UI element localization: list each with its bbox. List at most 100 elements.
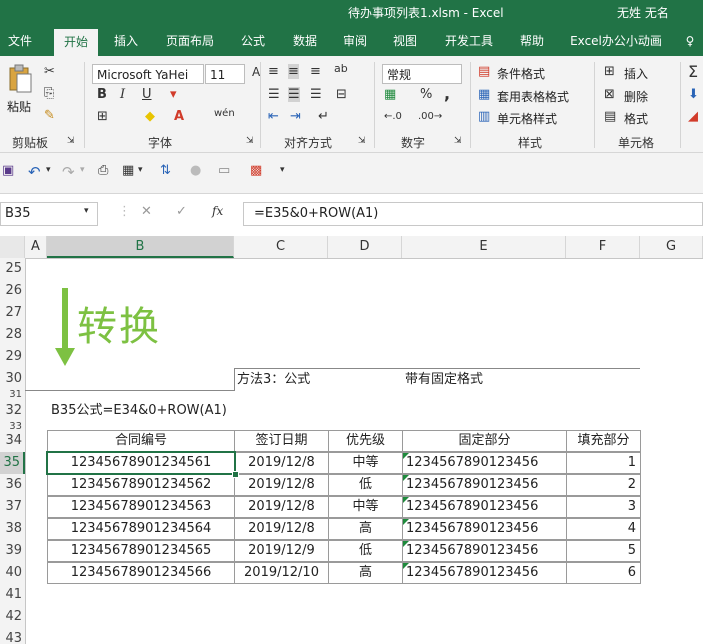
table-cell-date[interactable]: 2019/12/9 [234, 540, 329, 562]
table-cell-fill[interactable]: 4 [566, 518, 641, 540]
select-all-corner[interactable] [0, 236, 25, 258]
decrease-indent-icon[interactable]: ⇤ [268, 109, 279, 124]
chevron-down-icon[interactable]: ▾ [84, 206, 89, 216]
italic-button[interactable]: I [120, 87, 125, 102]
font-size-select[interactable]: 11 [205, 64, 245, 84]
table-cell-fixed[interactable]: 1234567890123456 [402, 562, 567, 584]
underline-button[interactable]: U [142, 87, 152, 102]
fill-handle[interactable] [232, 471, 239, 478]
table-cell-date[interactable]: 2019/12/8 [234, 474, 329, 496]
align-right-icon[interactable]: ☰ [310, 87, 322, 102]
camera-icon[interactable]: ▭ [218, 163, 230, 178]
row-header-30[interactable]: 30 [0, 368, 25, 390]
insert-function-button[interactable]: fx [212, 204, 223, 218]
row-header-25[interactable]: 25 [0, 258, 25, 280]
customize-qat-icon[interactable]: ▾ [280, 165, 285, 175]
table-cell-date[interactable]: 2019/12/8 [234, 496, 329, 518]
align-middle-icon[interactable]: ≡ [288, 64, 299, 79]
table-cell-fill[interactable]: 6 [566, 562, 641, 584]
tab-excel-animation[interactable]: Excel办公小动画 [566, 26, 666, 56]
align-left-icon[interactable]: ☰ [268, 87, 280, 102]
row-header-29[interactable]: 29 [0, 346, 25, 368]
fill-color-icon[interactable]: ◆ [145, 109, 155, 124]
tab-page-layout[interactable]: 页面布局 [158, 26, 222, 56]
row-header-42[interactable]: 42 [0, 606, 25, 628]
table-cell-contract-no[interactable]: 12345678901234562 [47, 474, 235, 496]
row-header-41[interactable]: 41 [0, 584, 25, 606]
autosum-icon[interactable]: Σ [688, 62, 698, 81]
error-indicator-icon[interactable] [403, 519, 409, 525]
row-header-26[interactable]: 26 [0, 280, 25, 302]
table-cell-date[interactable]: 2019/12/10 [234, 562, 329, 584]
row-header-31[interactable]: 31 [0, 390, 25, 400]
tab-formulas[interactable]: 公式 [233, 26, 273, 56]
format-as-table-icon[interactable]: ▦ [478, 87, 490, 102]
cell-styles-icon[interactable]: ▥ [478, 109, 490, 124]
alignment-launcher-icon[interactable]: ⇲ [358, 136, 366, 146]
row-header-28[interactable]: 28 [0, 324, 25, 346]
align-top-icon[interactable]: ≡ [268, 64, 279, 79]
table-header[interactable]: 填充部分 [566, 430, 641, 452]
tab-view[interactable]: 视图 [385, 26, 425, 56]
chevron-down-icon[interactable]: ▾ [138, 165, 143, 175]
number-launcher-icon[interactable]: ⇲ [454, 136, 462, 146]
error-indicator-icon[interactable] [403, 563, 409, 569]
tab-developer[interactable]: 开发工具 [437, 26, 501, 56]
table-cell-fixed[interactable]: 1234567890123456 [402, 452, 567, 474]
format-as-table-button[interactable]: 套用表格格式 [497, 88, 569, 105]
save-icon[interactable]: ▣ [2, 163, 14, 178]
row-header-36[interactable]: 36 [0, 474, 25, 496]
grow-font-icon[interactable]: A [252, 65, 260, 79]
formula-input[interactable]: =E35&0+ROW(A1) [243, 202, 703, 226]
special-paste-icon[interactable]: ▩ [250, 163, 262, 178]
chevron-down-icon[interactable]: ▾ [170, 87, 177, 102]
table-header[interactable]: 固定部分 [402, 430, 567, 452]
font-family-select[interactable]: Microsoft YaHei [92, 64, 204, 84]
paste-button[interactable]: 粘贴 [7, 98, 31, 115]
format-cells-icon[interactable]: ▤ [604, 109, 616, 124]
table-cell-priority[interactable]: 低 [328, 540, 403, 562]
sheet-area[interactable]: 转换 方法3：公式 带有固定格式 B35公式=E34&0+ROW(A1) 合同编… [25, 258, 703, 644]
border-icon[interactable]: ⊞ [97, 109, 108, 124]
number-format-select[interactable]: 常规 [382, 64, 462, 84]
insert-cells-icon[interactable]: ⊞ [604, 64, 615, 79]
format-painter-icon[interactable]: ✎ [44, 108, 55, 123]
table-cell-contract-no[interactable]: 12345678901234564 [47, 518, 235, 540]
circle-icon[interactable]: ● [190, 163, 201, 178]
print-preview-icon[interactable]: ⎙ [98, 163, 108, 178]
delete-cells-icon[interactable]: ⊠ [604, 87, 615, 102]
table-header[interactable]: 签订日期 [234, 430, 329, 452]
redo-icon[interactable]: ↷ [62, 163, 75, 181]
row-header-27[interactable]: 27 [0, 302, 25, 324]
align-center-icon[interactable]: ☰ [288, 87, 300, 102]
column-header-f[interactable]: F [566, 236, 640, 258]
delete-cells-button[interactable]: 删除 [624, 88, 648, 105]
row-header-34[interactable]: 34 [0, 430, 25, 452]
row-header-43[interactable]: 43 [0, 628, 25, 644]
decrease-decimal-icon[interactable]: .00→ [418, 111, 442, 122]
column-header-g[interactable]: G [640, 236, 703, 258]
row-header-35[interactable]: 35 [0, 452, 25, 474]
tab-review[interactable]: 审阅 [335, 26, 375, 56]
fill-icon[interactable]: ⬇ [688, 87, 699, 102]
tab-file[interactable]: 文件 [0, 26, 40, 56]
insert-cells-button[interactable]: 插入 [624, 65, 648, 82]
tab-data[interactable]: 数据 [285, 26, 325, 56]
table-cell-fill[interactable]: 3 [566, 496, 641, 518]
enter-icon[interactable]: ✓ [176, 204, 187, 219]
table-cell-fixed[interactable]: 1234567890123456 [402, 496, 567, 518]
error-indicator-icon[interactable] [403, 497, 409, 503]
column-header-c[interactable]: C [234, 236, 328, 258]
format-cells-button[interactable]: 格式 [624, 110, 648, 127]
table-cell-fixed[interactable]: 1234567890123456 [402, 474, 567, 496]
accounting-format-icon[interactable]: ▦ [384, 87, 396, 102]
table-cell-priority[interactable]: 高 [328, 518, 403, 540]
table-cell-contract-no[interactable]: 12345678901234566 [47, 562, 235, 584]
table-cell-date[interactable]: 2019/12/8 [234, 518, 329, 540]
table-cell-contract-no[interactable]: 12345678901234565 [47, 540, 235, 562]
table-header[interactable]: 合同编号 [47, 430, 235, 452]
macro-icon[interactable]: ▦ [122, 163, 134, 178]
row-header-40[interactable]: 40 [0, 562, 25, 584]
phonetic-button[interactable]: wén [214, 108, 235, 119]
error-indicator-icon[interactable] [403, 541, 409, 547]
